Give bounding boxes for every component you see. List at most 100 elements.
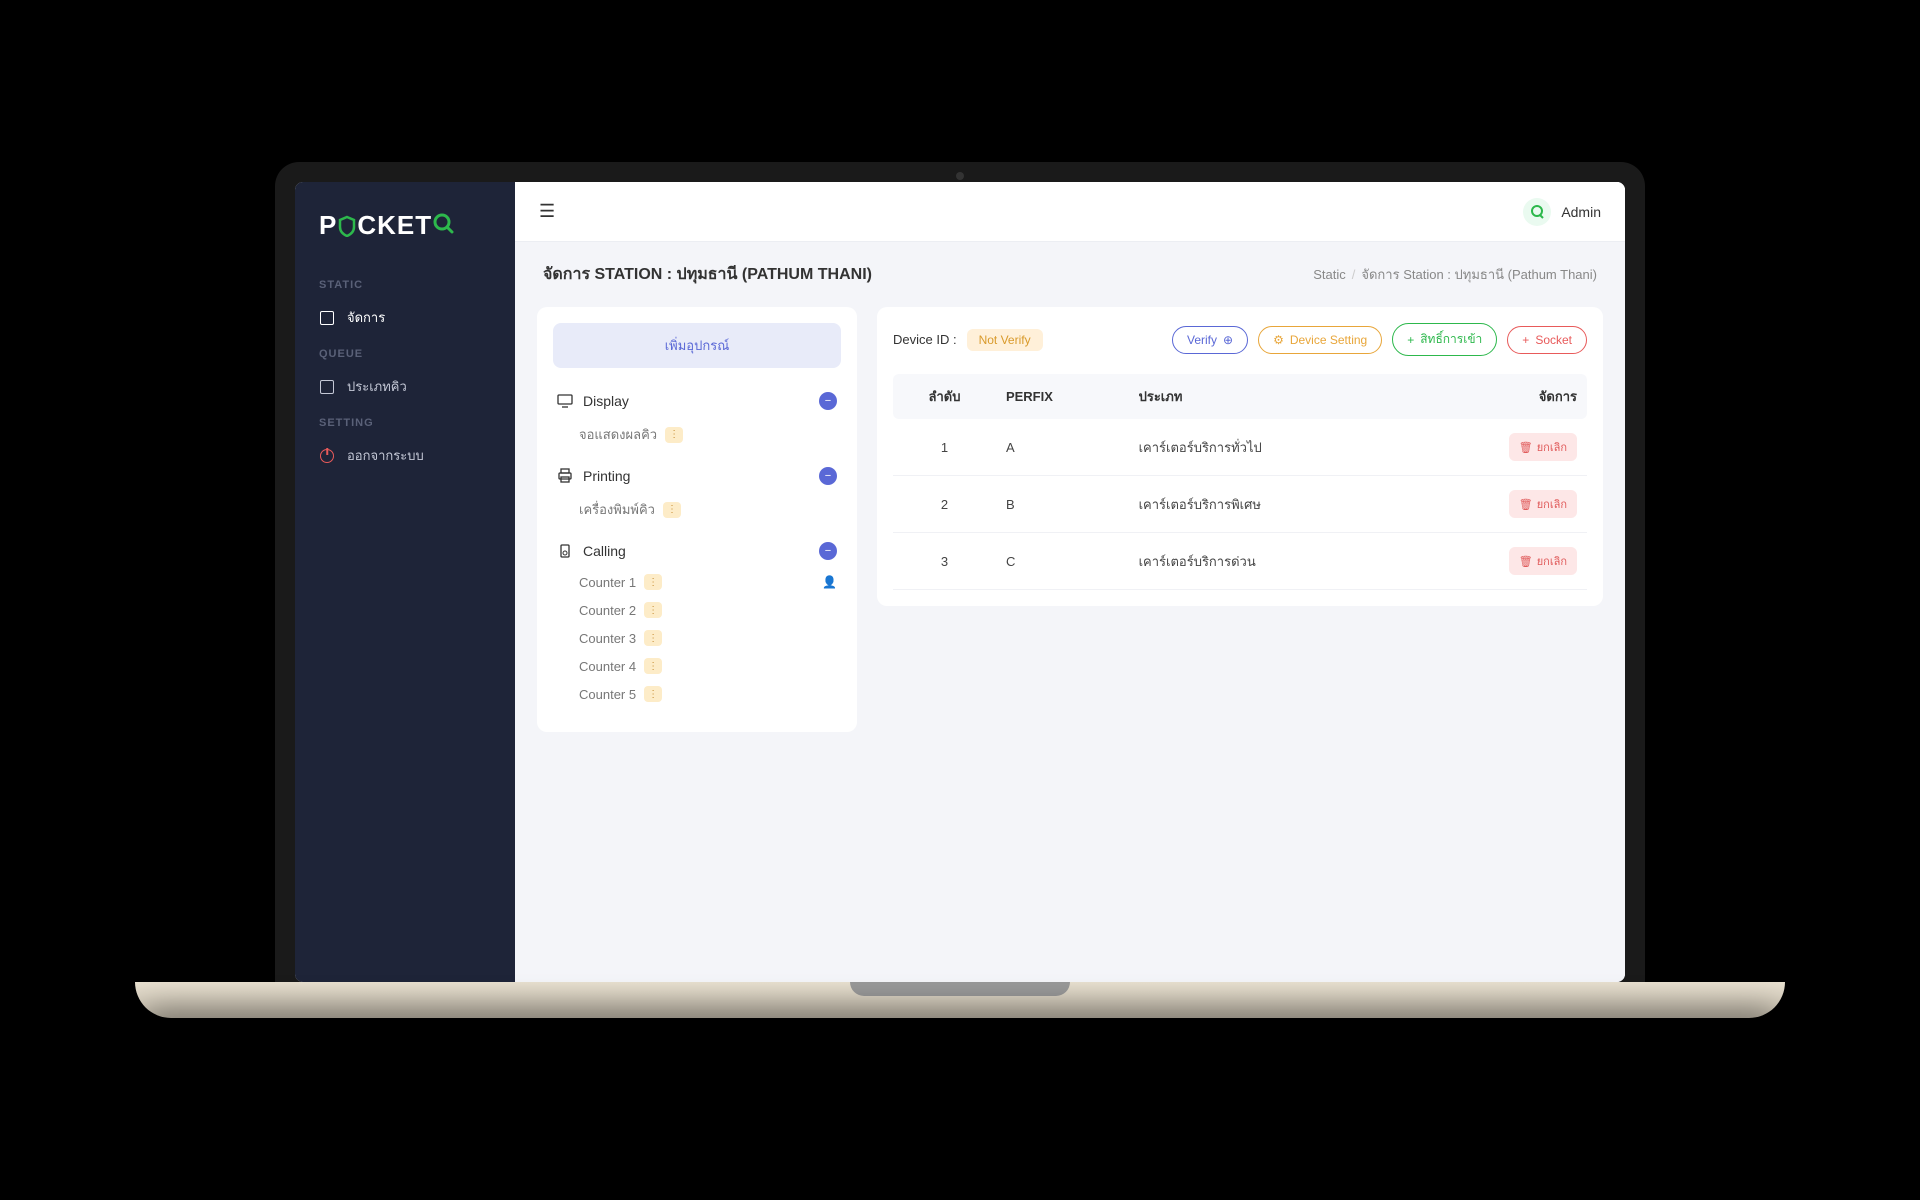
sidebar-item-logout[interactable]: ออกจากระบบ <box>295 435 515 476</box>
logo: P CKET <box>295 202 515 269</box>
cell-prefix: B <box>996 476 1129 533</box>
table-row: 2 B เคาร์เตอร์บริการพิเศษ 🗑ยกเลิก <box>893 476 1587 533</box>
sidebar-item-manage[interactable]: จัดการ <box>295 297 515 338</box>
camera-dot <box>956 172 964 180</box>
device-tree-panel: เพิ่มอุปกรณ์ Display − จอแสดงผลคิว <box>537 307 857 732</box>
sidebar: P CKET STATIC จัดการ QUEUE ประเภทคิว SETT… <box>295 182 515 982</box>
tree-item-label: Counter 1 <box>579 575 636 590</box>
tree-item-counter-4[interactable]: Counter 4 ⋮ <box>553 652 841 680</box>
grid-icon <box>319 310 335 326</box>
tree-item-counter-5[interactable]: Counter 5 ⋮ <box>553 680 841 708</box>
col-action: จัดการ <box>1412 374 1587 419</box>
tree-header-calling[interactable]: Calling − <box>553 534 841 568</box>
cancel-button[interactable]: 🗑 ยกเลิก <box>1509 433 1577 461</box>
badge-icon: ⋮ <box>644 686 662 702</box>
grid-icon <box>319 379 335 395</box>
tree-item-label: เครื่องพิมพ์คิว <box>579 499 655 520</box>
tree-item-counter-3[interactable]: Counter 3 ⋮ <box>553 624 841 652</box>
tree-header-printing[interactable]: Printing − <box>553 459 841 493</box>
tree-header-display[interactable]: Display − <box>553 384 841 418</box>
sidebar-section-setting: SETTING <box>295 407 515 435</box>
badge-icon: ⋮ <box>644 658 662 674</box>
tree-item-label: Counter 4 <box>579 659 636 674</box>
monitor-icon <box>557 393 573 409</box>
table-header-row: ลำดับ PERFIX ประเภท จัดการ <box>893 374 1587 419</box>
app-screen: P CKET STATIC จัดการ QUEUE ประเภทคิว SETT… <box>295 182 1625 982</box>
tree-group-label: Calling <box>583 543 626 559</box>
printer-icon <box>557 468 573 484</box>
badge-icon: ⋮ <box>663 502 681 518</box>
sidebar-section-static: STATIC <box>295 269 515 297</box>
crumb-separator: / <box>1352 267 1356 282</box>
badge-icon: ⋮ <box>644 630 662 646</box>
minus-icon[interactable]: − <box>819 392 837 410</box>
minus-icon[interactable]: − <box>819 467 837 485</box>
tree-item-counter-2[interactable]: Counter 2 ⋮ <box>553 596 841 624</box>
plus-icon: + <box>1407 333 1414 347</box>
cancel-button[interactable]: 🗑ยกเลิก <box>1509 490 1577 518</box>
trash-icon: 🗑 <box>1519 441 1533 454</box>
col-type: ประเภท <box>1129 374 1413 419</box>
table-row: 1 A เคาร์เตอร์บริการทั่วไป 🗑ยกเลิก <box>893 419 1587 476</box>
add-device-button[interactable]: เพิ่มอุปกรณ์ <box>553 323 841 368</box>
detail-header: Device ID : Not Verify Verify ⊕ ⚙ Device… <box>893 323 1587 356</box>
cell-no: 2 <box>893 476 996 533</box>
menu-toggle-button[interactable]: ☰ <box>539 201 555 222</box>
cell-type: เคาร์เตอร์บริการพิเศษ <box>1129 476 1413 533</box>
crumb-2: จัดการ Station : ปทุมธานี (Pathum Thani) <box>1361 267 1597 282</box>
logo-text-2: CKET <box>357 210 432 240</box>
access-button[interactable]: + สิทธิ์การเข้า <box>1392 323 1497 356</box>
status-badge: Not Verify <box>967 329 1043 351</box>
cell-no: 3 <box>893 533 996 590</box>
avatar <box>1523 198 1551 226</box>
tree-group-label: Printing <box>583 468 630 484</box>
cell-type: เคาร์เตอร์บริการด่วน <box>1129 533 1413 590</box>
content-row: เพิ่มอุปกรณ์ Display − จอแสดงผลคิว <box>515 307 1625 754</box>
col-no: ลำดับ <box>893 374 996 419</box>
detail-panel: Device ID : Not Verify Verify ⊕ ⚙ Device… <box>877 307 1603 606</box>
logo-q-icon <box>432 212 454 234</box>
device-id-label: Device ID : <box>893 332 957 347</box>
sidebar-item-label: ประเภทคิว <box>347 376 407 397</box>
button-label: สิทธิ์การเข้า <box>1420 330 1482 349</box>
laptop-frame: P CKET STATIC จัดการ QUEUE ประเภทคิว SETT… <box>275 162 1645 982</box>
user-area[interactable]: Admin <box>1523 198 1601 226</box>
badge-icon: ⋮ <box>665 427 683 443</box>
speaker-icon <box>557 543 573 559</box>
tree-item-label: Counter 5 <box>579 687 636 702</box>
tree-item-label: Counter 3 <box>579 631 636 646</box>
button-label: ยกเลิก <box>1537 438 1567 456</box>
col-prefix: PERFIX <box>996 374 1129 419</box>
trash-icon: 🗑 <box>1519 555 1533 568</box>
logo-shield-icon <box>337 210 357 240</box>
badge-icon: ⋮ <box>644 602 662 618</box>
tree-item-printer[interactable]: เครื่องพิมพ์คิว ⋮ <box>553 493 841 526</box>
topbar: ☰ Admin <box>515 182 1625 242</box>
tree-group-display: Display − จอแสดงผลคิว ⋮ <box>553 384 841 451</box>
counter-table: ลำดับ PERFIX ประเภท จัดการ 1 A เคาร์เตอร… <box>893 374 1587 590</box>
device-setting-button[interactable]: ⚙ Device Setting <box>1258 326 1382 354</box>
crumb-1[interactable]: Static <box>1313 267 1346 282</box>
cancel-button[interactable]: 🗑ยกเลิก <box>1509 547 1577 575</box>
minus-icon[interactable]: − <box>819 542 837 560</box>
table-row: 3 C เคาร์เตอร์บริการด่วน 🗑ยกเลิก <box>893 533 1587 590</box>
trash-icon: 🗑 <box>1519 498 1533 511</box>
tree-item-counter-1[interactable]: Counter 1 ⋮ 👤 <box>553 568 841 596</box>
cell-prefix: A <box>996 419 1129 476</box>
plus-icon: + <box>1522 333 1529 347</box>
socket-button[interactable]: + Socket <box>1507 326 1587 354</box>
logo-text-1: P <box>319 210 337 240</box>
tree-item-display-screen[interactable]: จอแสดงผลคิว ⋮ <box>553 418 841 451</box>
sidebar-item-queue-type[interactable]: ประเภทคิว <box>295 366 515 407</box>
tree-item-label: Counter 2 <box>579 603 636 618</box>
sidebar-section-queue: QUEUE <box>295 338 515 366</box>
tree-group-printing: Printing − เครื่องพิมพ์คิว ⋮ <box>553 459 841 526</box>
verify-button[interactable]: Verify ⊕ <box>1172 326 1248 354</box>
button-label: Verify <box>1187 333 1217 347</box>
cell-type: เคาร์เตอร์บริการทั่วไป <box>1129 419 1413 476</box>
main-content: ☰ Admin จัดการ STATION : ปทุมธานี (PATHU… <box>515 182 1625 982</box>
sidebar-item-label: จัดการ <box>347 307 385 328</box>
badge-icon: ⋮ <box>644 574 662 590</box>
sliders-icon: ⚙ <box>1273 333 1284 347</box>
tree-item-label: จอแสดงผลคิว <box>579 424 657 445</box>
